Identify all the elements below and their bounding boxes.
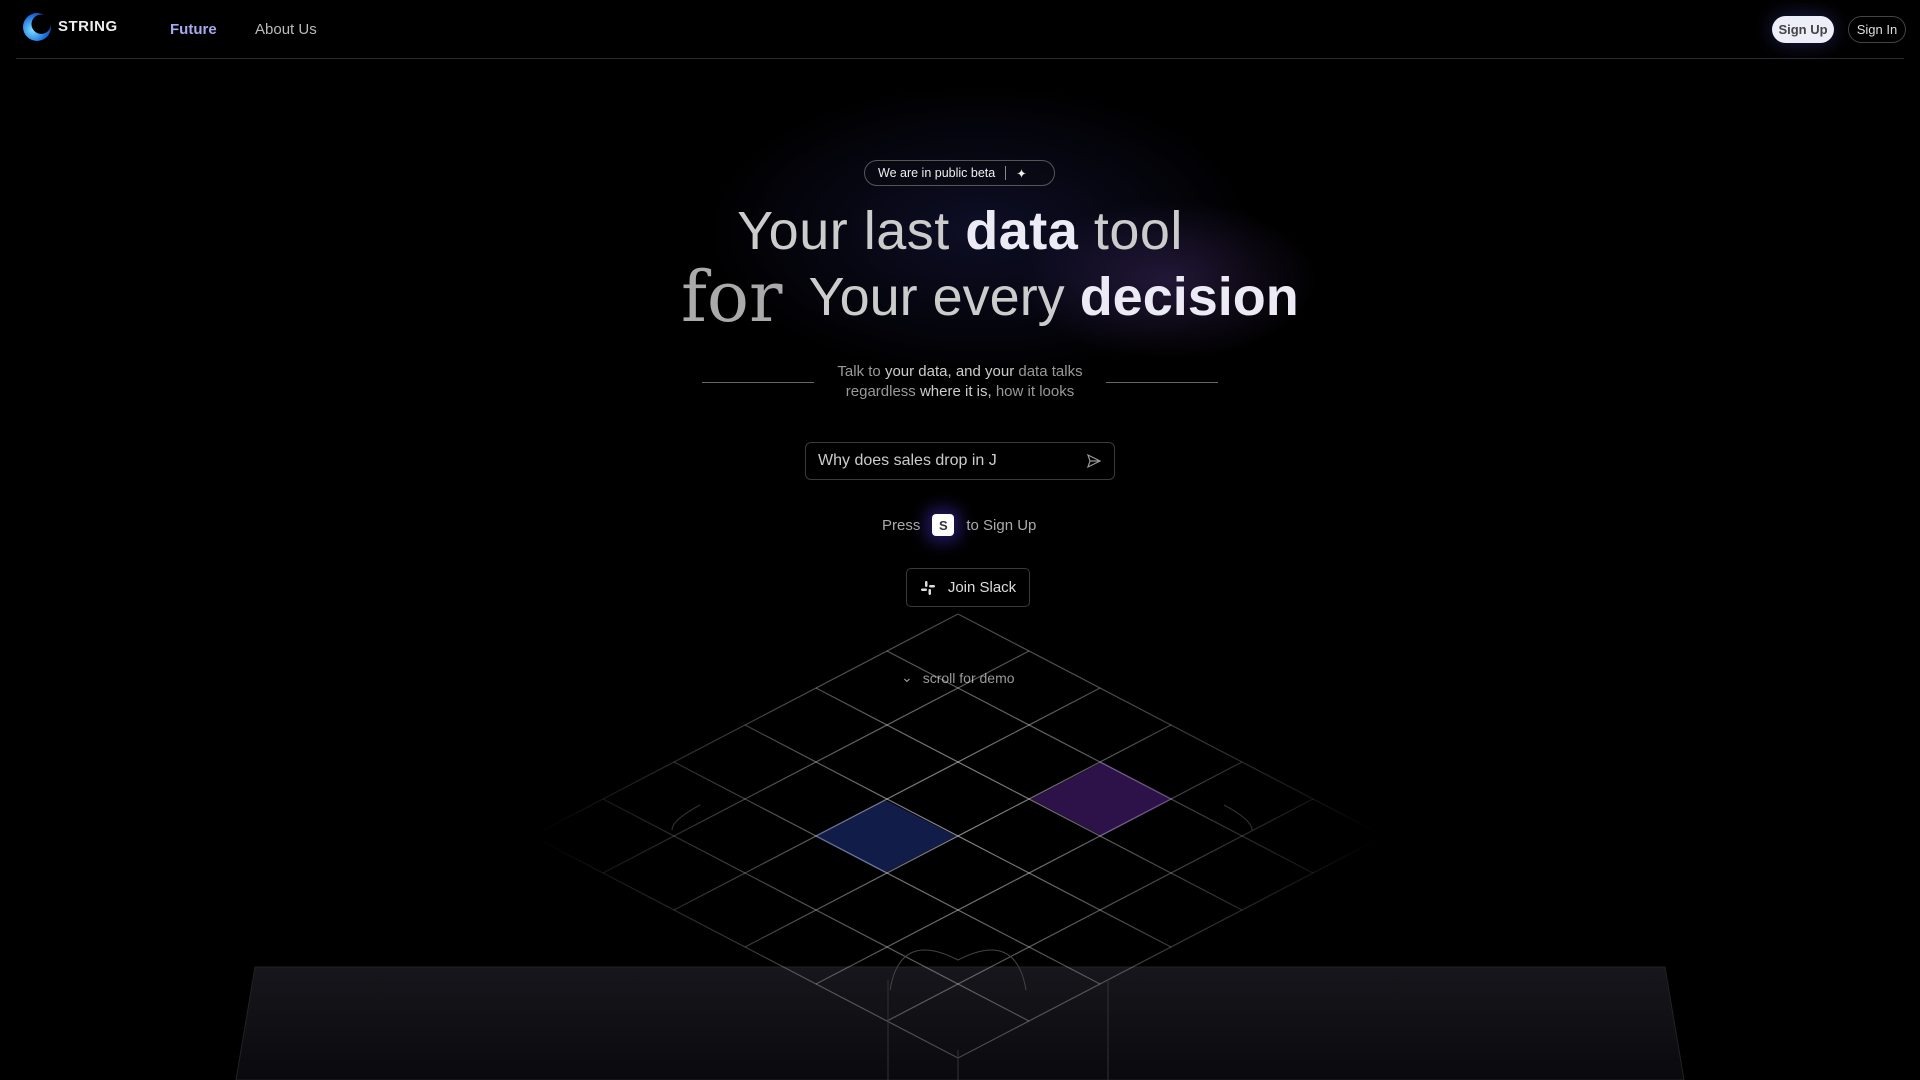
- highlight-tile-purple: [1031, 762, 1173, 836]
- demo-panel: [235, 966, 1685, 1080]
- highlight-tile-blue: [814, 800, 956, 873]
- isometric-grid-illustration: [235, 613, 1685, 1080]
